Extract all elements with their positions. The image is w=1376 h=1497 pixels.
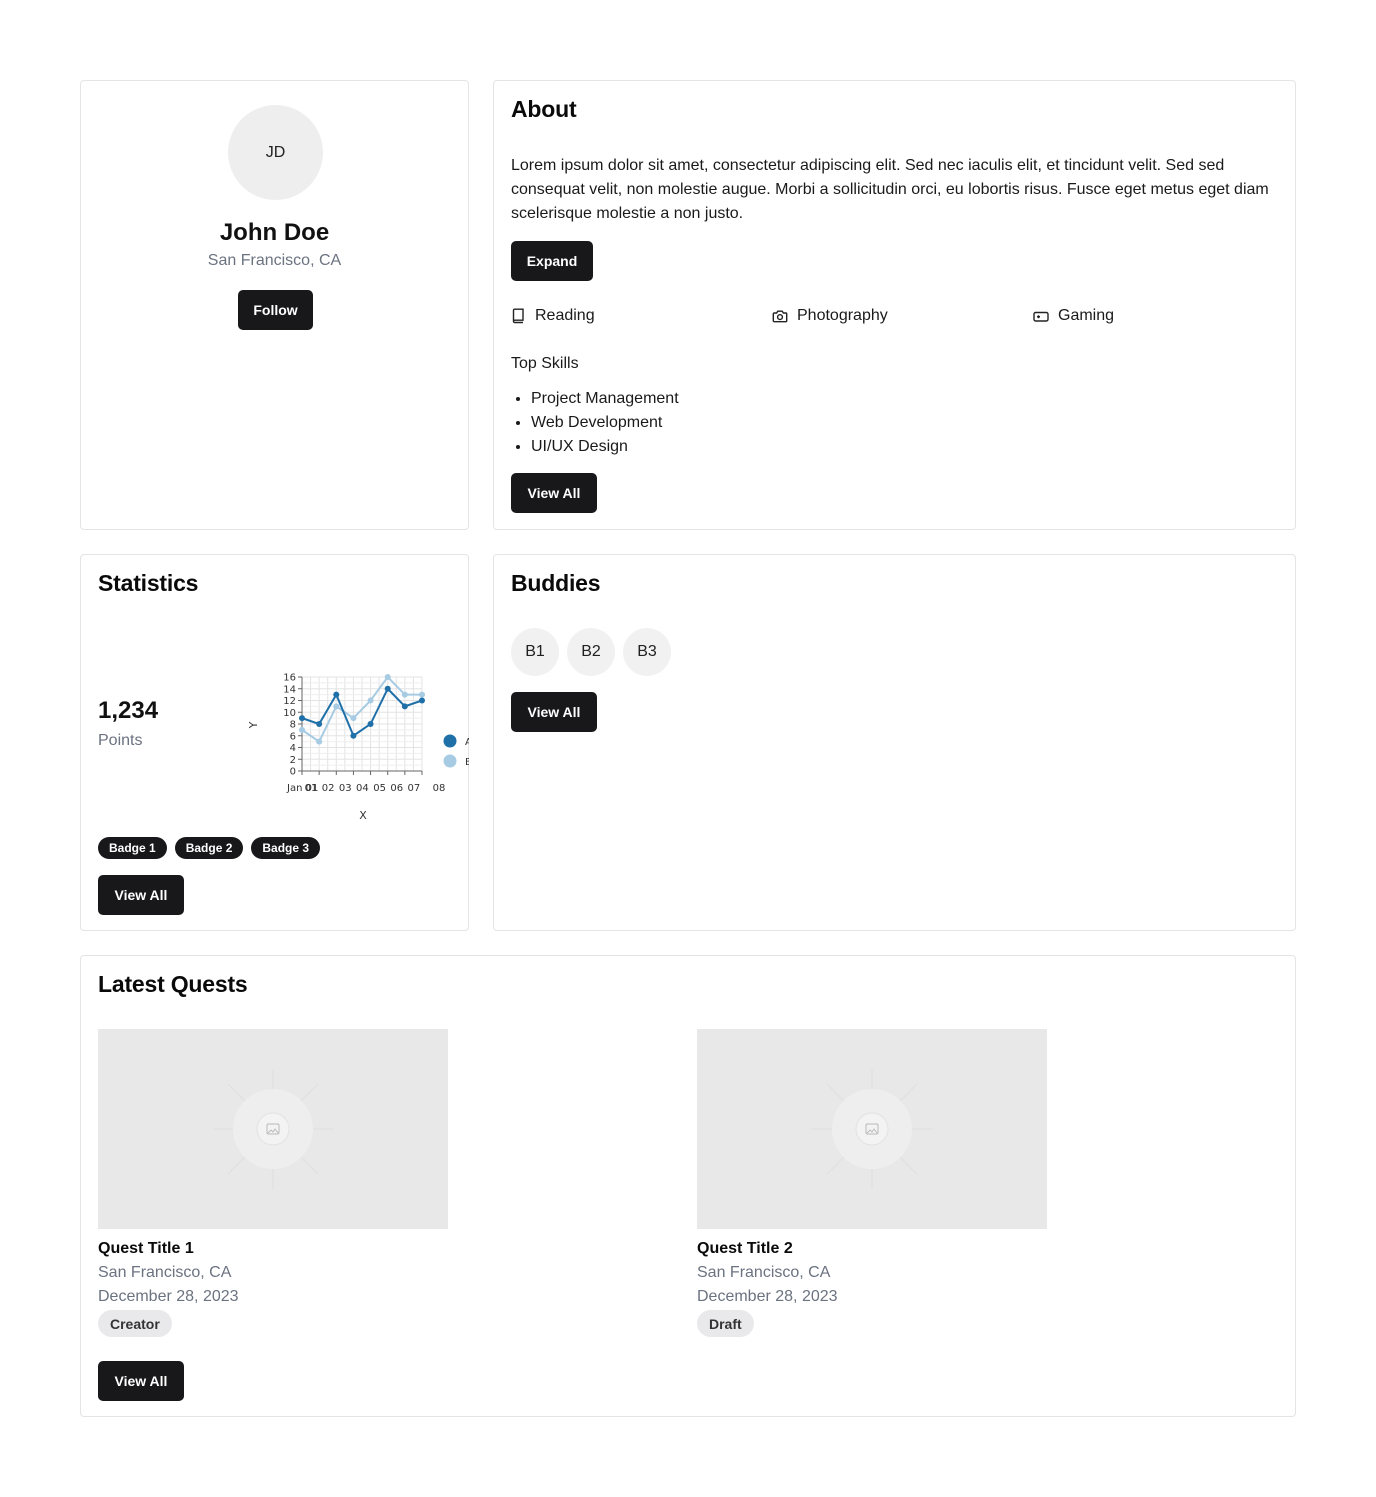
buddies-view-all-button[interactable]: View All bbox=[511, 692, 597, 732]
buddy-list: B1 B2 B3 bbox=[511, 628, 671, 676]
legend-label: A bbox=[465, 737, 469, 748]
about-title: About bbox=[511, 96, 577, 122]
badge: Badge 3 bbox=[251, 837, 321, 859]
data-point-A bbox=[367, 721, 374, 727]
quests-card: Latest Quests Quest Title 1 San Francisc… bbox=[80, 955, 1296, 1417]
x-tick-label: 01 bbox=[305, 783, 318, 794]
quest-card[interactable]: Quest Title 1 San Francisco, CA December… bbox=[98, 1029, 448, 1337]
badge: Badge 1 bbox=[98, 837, 167, 859]
x-tick-label: 05 bbox=[373, 783, 386, 794]
camera-icon bbox=[772, 310, 788, 322]
points-line-chart: 0246810121416Jan 0101 02 03 04 05 06 07 08XYAB bbox=[247, 673, 469, 823]
x-tick-label: 07 bbox=[407, 783, 420, 794]
data-point-A bbox=[299, 715, 305, 722]
y-tick-label: 2 bbox=[290, 755, 296, 766]
skills-title: Top Skills bbox=[511, 355, 579, 372]
quest-date: December 28, 2023 bbox=[98, 1288, 239, 1305]
x-tick-label: 08 bbox=[433, 783, 446, 794]
data-point-B bbox=[384, 674, 391, 680]
about-view-all-button[interactable]: View All bbox=[511, 473, 597, 513]
badge-list: Badge 1 Badge 2 Badge 3 bbox=[98, 837, 321, 859]
quest-status-tag: Creator bbox=[98, 1310, 172, 1337]
quest-title: Quest Title 1 bbox=[98, 1240, 194, 1257]
profile-location: San Francisco, CA bbox=[207, 252, 342, 269]
buddy-avatar[interactable]: B3 bbox=[623, 628, 671, 676]
data-point-B bbox=[350, 715, 357, 722]
quest-location: San Francisco, CA bbox=[697, 1264, 831, 1281]
quest-status-tag: Draft bbox=[697, 1310, 754, 1337]
statistics-title: Statistics bbox=[98, 570, 199, 596]
y-tick-label: 4 bbox=[290, 743, 296, 754]
data-point-B bbox=[299, 726, 305, 733]
y-tick-label: 14 bbox=[283, 684, 296, 695]
data-point-B bbox=[419, 691, 425, 698]
buddy-avatar[interactable]: B1 bbox=[511, 628, 559, 676]
about-card: About Lorem ipsum dolor sit amet, consec… bbox=[493, 80, 1296, 530]
legend-marker-B bbox=[443, 754, 457, 768]
quest-image-placeholder bbox=[98, 1029, 448, 1229]
data-point-A bbox=[333, 691, 340, 698]
data-point-B bbox=[367, 697, 374, 704]
y-tick-label: 0 bbox=[290, 767, 296, 778]
points-label: Points bbox=[98, 732, 143, 749]
buddy-avatar[interactable]: B2 bbox=[567, 628, 615, 676]
hobby-label: Gaming bbox=[1058, 307, 1115, 324]
follow-button[interactable]: Follow bbox=[238, 290, 313, 330]
data-point-A bbox=[419, 697, 425, 704]
x-tick-label: 04 bbox=[356, 783, 369, 794]
buddies-title: Buddies bbox=[511, 570, 601, 596]
y-axis-label: Y bbox=[247, 721, 260, 729]
points-value: 1,234 bbox=[98, 697, 159, 724]
legend-marker-A bbox=[443, 734, 457, 748]
statistics-view-all-button[interactable]: View All bbox=[98, 875, 184, 915]
skill-item: UI/UX Design bbox=[531, 435, 679, 459]
data-point-A bbox=[350, 732, 357, 739]
quest-card[interactable]: Quest Title 2 San Francisco, CA December… bbox=[697, 1029, 1047, 1337]
book-icon bbox=[512, 308, 524, 324]
data-point-A bbox=[384, 685, 391, 692]
quest-date: December 28, 2023 bbox=[697, 1288, 838, 1305]
quests-view-all-button[interactable]: View All bbox=[98, 1361, 184, 1401]
x-tick-label: 03 bbox=[339, 783, 352, 794]
data-point-B bbox=[316, 738, 323, 745]
badge: Badge 2 bbox=[174, 837, 244, 859]
quest-image-placeholder bbox=[697, 1029, 1047, 1229]
gamepad-icon bbox=[1033, 311, 1049, 322]
y-tick-label: 10 bbox=[283, 708, 296, 719]
data-point-A bbox=[401, 703, 408, 710]
hobby-label: Photography bbox=[797, 307, 888, 324]
hobby-item-photography: Photography bbox=[772, 307, 1033, 325]
avatar-initials: JD bbox=[265, 143, 286, 161]
hobby-label: Reading bbox=[535, 307, 595, 324]
legend-label: B bbox=[465, 757, 469, 768]
expand-button[interactable]: Expand bbox=[511, 241, 593, 281]
y-tick-label: 8 bbox=[290, 720, 296, 731]
data-point-B bbox=[401, 691, 408, 698]
skills-list: Project Management Web Development UI/UX… bbox=[531, 387, 679, 459]
about-text: Lorem ipsum dolor sit amet, consectetur … bbox=[511, 157, 1269, 222]
profile-card: JD John Doe San Francisco, CA Follow bbox=[80, 80, 469, 530]
image-placeholder-icon bbox=[213, 1069, 333, 1189]
x-tick-label: 06 bbox=[390, 783, 403, 794]
y-tick-label: 16 bbox=[283, 673, 296, 684]
y-tick-label: 12 bbox=[283, 696, 296, 707]
x-tick-label: 02 bbox=[322, 783, 335, 794]
data-point-A bbox=[316, 721, 323, 727]
buddies-card: Buddies B1 B2 B3 View All bbox=[493, 554, 1296, 931]
hobby-item-reading: Reading bbox=[511, 307, 772, 325]
image-placeholder-icon bbox=[812, 1069, 932, 1189]
x-axis-label: X bbox=[359, 809, 367, 822]
skill-item: Project Management bbox=[531, 387, 679, 411]
skill-item: Web Development bbox=[531, 411, 679, 435]
quest-location: San Francisco, CA bbox=[98, 1264, 232, 1281]
avatar: JD bbox=[228, 105, 323, 200]
profile-name: John Doe bbox=[219, 219, 330, 246]
y-tick-label: 6 bbox=[290, 731, 296, 742]
quest-title: Quest Title 2 bbox=[697, 1240, 793, 1257]
quests-title: Latest Quests bbox=[98, 971, 248, 997]
data-point-B bbox=[333, 703, 340, 710]
hobby-list: Reading Photography Gaming bbox=[511, 307, 1295, 325]
statistics-card: Statistics 1,234 Points 0 2 4 6 8 10 12 14 16 Jan… bbox=[80, 554, 469, 931]
hobby-item-gaming: Gaming bbox=[1033, 307, 1294, 325]
